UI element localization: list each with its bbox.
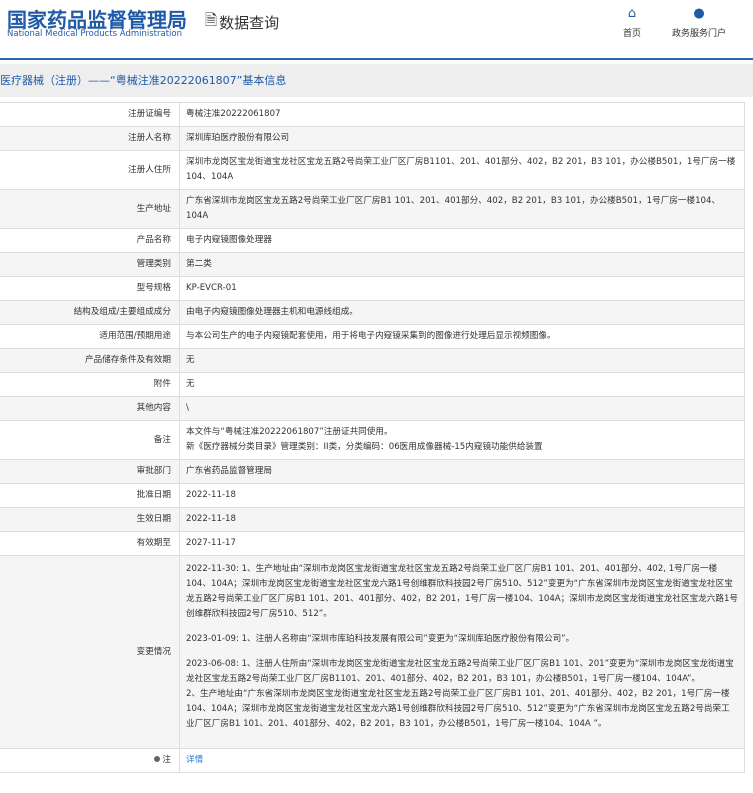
row-label: 注 — [0, 748, 180, 773]
logo-subtitle: National Medical Products Administration — [7, 29, 182, 39]
row-label: 注册证编号 — [0, 102, 180, 127]
row-value: 2027-11-17 — [179, 531, 745, 556]
table-row-s3: 有效期至 2027-11-17 — [0, 531, 745, 556]
table-row-s1: 批准日期 2022-11-18 — [0, 483, 745, 508]
nav-service-portal[interactable]: ● 政务服务门户 — [664, 6, 734, 39]
nav-home[interactable]: ⌂ 首页 — [597, 6, 667, 39]
home-icon: ⌂ — [627, 6, 637, 21]
row-value: 2022-11-30: 1、生产地址由“深圳市龙岗区宝龙街道宝龙社区宝龙五路2号… — [179, 555, 745, 749]
row-value: 无 — [179, 372, 745, 397]
row-label: 批准日期 — [0, 483, 180, 508]
row-value: 与本公司生产的电子内窥镜配套使用，用于将电子内窥镜采集到的图像进行处理后显示视频… — [179, 324, 745, 349]
row-value: 粤械注准20222061807 — [179, 102, 745, 127]
table-row-s2: 生效日期 2022-11-18 — [0, 507, 745, 532]
row-value: 电子内窥镜图像处理器 — [179, 228, 745, 253]
header: 国家药品监督管理局 National Medical Products Admi… — [0, 0, 753, 58]
document-search-icon: 🗎 — [205, 11, 218, 29]
change-entry: 2023-06-08: 1、注册人住所由“深圳市龙岗区宝龙街道宝龙社区宝龙五路2… — [186, 659, 734, 684]
row-value: 深圳市龙岗区宝龙街道宝龙社区宝龙五路2号尚荣工业厂区厂房B1101、201、40… — [179, 150, 745, 190]
change-entry: 2、生产地址由“广东省深圳市龙岗区宝龙街道宝龙社区宝龙五路2号尚荣工业厂区厂房B… — [186, 689, 730, 729]
table-row-r11: 其他内容 \ — [0, 396, 745, 421]
details-link[interactable]: 详情 — [186, 755, 203, 765]
change-entry: 2023-01-09: 1、注册人名称由“深圳市库珀科技发展有限公司”变更为“深… — [186, 634, 575, 644]
row-label: 管理类别 — [0, 252, 180, 277]
table-row-remark: 备注 本文件与“粤械注准20222061807”注册证共同使用。新《医疗器械分类目… — [0, 420, 745, 460]
row-label: 产品名称 — [0, 228, 180, 253]
row-value: 详情 — [179, 748, 745, 773]
row-label: 注册人名称 — [0, 126, 180, 151]
page-title: 医疗器械（注册）——“粤械注准20222061807”基本信息 — [0, 64, 753, 97]
table-row-r6: 型号规格 KP-EVCR-01 — [0, 276, 745, 301]
row-label: 变更情况 — [0, 555, 180, 749]
detail-table: 注册证编号 粤械注准20222061807 注册人名称 深圳库珀医疗股份有限公司 注册人… — [0, 102, 745, 773]
table-row-r2: 注册人住所 深圳市龙岗区宝龙街道宝龙社区宝龙五路2号尚荣工业厂区厂房B1101、2… — [0, 150, 745, 190]
row-value: 广东省深圳市龙岗区宝龙五路2号尚荣工业厂区厂房B1 101、201、401部分、… — [179, 189, 745, 229]
header-divider — [0, 58, 753, 60]
row-value: KP-EVCR-01 — [179, 276, 745, 301]
table-row-r3: 生产地址 广东省深圳市龙岗区宝龙五路2号尚荣工业厂区厂房B1 101、201、40… — [0, 189, 745, 229]
row-value: 本文件与“粤械注准20222061807”注册证共同使用。新《医疗器械分类目录》… — [179, 420, 745, 460]
user-icon: ● — [693, 6, 705, 21]
row-label: 生产地址 — [0, 189, 180, 229]
nav-home-label: 首页 — [622, 29, 641, 39]
change-entry: 2022-11-30: 1、生产地址由“深圳市龙岗区宝龙街道宝龙社区宝龙五路2号… — [186, 564, 739, 619]
row-value: 广东省药品监督管理局 — [179, 459, 745, 484]
row-label: 审批部门 — [0, 459, 180, 484]
table-row-note: 注 详情 — [0, 748, 745, 773]
table-row-r0: 注册证编号 粤械注准20222061807 — [0, 102, 745, 127]
data-query-label: 数据查询 — [219, 14, 280, 32]
table-row-r1: 注册人名称 深圳库珀医疗股份有限公司 — [0, 126, 745, 151]
row-value: 无 — [179, 348, 745, 373]
remark-line: 新《医疗器械分类目录》管理类别：II类，分类编码：06医用成像器械-15内窥镜功… — [186, 442, 543, 452]
row-value: 2022-11-18 — [179, 507, 745, 532]
row-value: 2022-11-18 — [179, 483, 745, 508]
row-label: 适用范围/预期用途 — [0, 324, 180, 349]
row-value: \ — [179, 396, 745, 421]
table-row-r8: 适用范围/预期用途 与本公司生产的电子内窥镜配套使用，用于将电子内窥镜采集到的图像… — [0, 324, 745, 349]
nav-portal-label: 政务服务门户 — [671, 29, 726, 39]
row-label: 生效日期 — [0, 507, 180, 532]
table-row-r5: 管理类别 第二类 — [0, 252, 745, 277]
table-row-r7: 结构及组成/主要组成成分 由电子内窥镜图像处理器主机和电源线组成。 — [0, 300, 745, 325]
note-label: 注 — [162, 755, 171, 765]
row-label: 备注 — [0, 420, 180, 460]
row-label: 附件 — [0, 372, 180, 397]
row-value: 由电子内窥镜图像处理器主机和电源线组成。 — [179, 300, 745, 325]
table-row-s0: 审批部门 广东省药品监督管理局 — [0, 459, 745, 484]
row-value: 深圳库珀医疗股份有限公司 — [179, 126, 745, 151]
table-row-changes: 变更情况 2022-11-30: 1、生产地址由“深圳市龙岗区宝龙街道宝龙社区宝龙… — [0, 555, 745, 749]
remark-line: 本文件与“粤械注准20222061807”注册证共同使用。 — [186, 427, 393, 437]
table-row-r9: 产品储存条件及有效期无 — [0, 348, 745, 373]
table-row-r10: 附件无 — [0, 372, 745, 397]
row-label: 其他内容 — [0, 396, 180, 421]
row-label: 结构及组成/主要组成成分 — [0, 300, 180, 325]
table-row-r4: 产品名称 电子内窥镜图像处理器 — [0, 228, 745, 253]
bullet-icon — [154, 756, 161, 762]
row-value: 第二类 — [179, 252, 745, 277]
row-label: 产品储存条件及有效期 — [0, 348, 180, 373]
row-label: 注册人住所 — [0, 150, 180, 190]
row-label: 有效期至 — [0, 531, 180, 556]
row-label: 型号规格 — [0, 276, 180, 301]
data-query-title: 🗎 数据查询 — [205, 10, 279, 35]
